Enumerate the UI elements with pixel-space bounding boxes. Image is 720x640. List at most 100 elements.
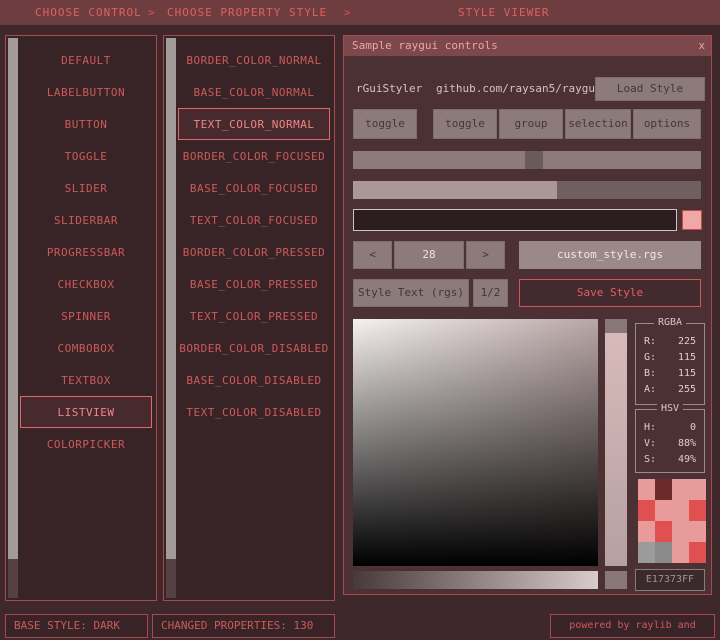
hsv-groupbox: HSV H:0 V:88% S:49% (635, 409, 705, 473)
alpha-slider-box[interactable] (605, 571, 627, 589)
toggle-group-selection[interactable]: selection (565, 109, 631, 139)
property-list-item[interactable]: BORDER_COLOR_NORMAL (178, 44, 330, 76)
color-swatch[interactable] (672, 479, 689, 500)
property-list-item[interactable]: BORDER_COLOR_PRESSED (178, 236, 330, 268)
control-list-item[interactable]: LABELBUTTON (20, 76, 152, 108)
control-list-item[interactable]: CHECKBOX (20, 268, 152, 300)
control-list-item-selected[interactable]: LISTVIEW (20, 396, 152, 428)
toggle-group-toggle[interactable]: toggle (433, 109, 497, 139)
hsv-group-title: HSV (657, 403, 683, 414)
control-list-item[interactable]: TOGGLE (20, 140, 152, 172)
brand-label: rGuiStyler (356, 77, 422, 101)
property-list-item[interactable]: BORDER_COLOR_FOCUSED (178, 140, 330, 172)
chevron-right-icon: > (148, 0, 155, 25)
hsv-s-value: 49% (678, 452, 696, 468)
toggle-button[interactable]: toggle (353, 109, 417, 139)
hex-color-field[interactable]: E17373FF (635, 569, 705, 591)
color-swatch[interactable] (638, 479, 655, 500)
property-list-item[interactable]: TEXT_COLOR_DISABLED (178, 396, 330, 428)
color-swatch[interactable] (672, 500, 689, 521)
property-list-item[interactable]: TEXT_COLOR_PRESSED (178, 300, 330, 332)
rguistyler-app: CHOOSE CONTROL > CHOOSE PROPERTY STYLE >… (0, 0, 720, 640)
color-swatch[interactable] (655, 479, 672, 500)
spinner-increment-button[interactable]: > (466, 241, 505, 269)
alpha-slider[interactable] (353, 571, 598, 589)
hsv-h-value: 0 (690, 420, 696, 436)
properties-list-panel: BORDER_COLOR_NORMAL BASE_COLOR_NORMAL TE… (163, 35, 335, 601)
toggle-group-group[interactable]: group (499, 109, 563, 139)
color-preview-box[interactable] (682, 210, 702, 230)
control-list-item[interactable]: PROGRESSBAR (20, 236, 152, 268)
color-swatch[interactable] (655, 521, 672, 542)
control-list-item[interactable]: COMBOBOX (20, 332, 152, 364)
hue-bar[interactable] (605, 319, 627, 566)
color-swatch[interactable] (672, 521, 689, 542)
property-list-item[interactable]: TEXT_COLOR_FOCUSED (178, 204, 330, 236)
properties-scrollbar[interactable] (166, 38, 176, 598)
hsv-s-label: S: (644, 452, 656, 468)
properties-scrollbar-thumb[interactable] (166, 38, 176, 559)
property-list-item-selected[interactable]: TEXT_COLOR_NORMAL (178, 108, 330, 140)
hsv-v-value: 88% (678, 436, 696, 452)
property-list-item[interactable]: BORDER_COLOR_DISABLED (178, 332, 330, 364)
rgba-row-b: B:115 (636, 366, 704, 382)
color-swatch[interactable] (638, 521, 655, 542)
spinner-value[interactable]: 28 (394, 241, 464, 269)
color-swatch[interactable] (689, 542, 706, 563)
color-swatch[interactable] (655, 542, 672, 563)
rgba-groupbox: RGBA R:225 G:115 B:115 A:255 (635, 323, 705, 405)
color-swatch[interactable] (672, 542, 689, 563)
property-list-item[interactable]: BASE_COLOR_NORMAL (178, 76, 330, 108)
controls-list-panel: DEFAULT LABELBUTTON BUTTON TOGGLE SLIDER… (5, 35, 157, 601)
page-toggle-button[interactable]: 1/2 (473, 279, 508, 307)
repo-link[interactable]: github.com/raysan5/raygui (436, 77, 602, 101)
rgba-b-label: B: (644, 366, 656, 382)
property-list-item[interactable]: BASE_COLOR_FOCUSED (178, 172, 330, 204)
control-list-item[interactable]: DEFAULT (20, 44, 152, 76)
color-picker-panel[interactable] (353, 319, 598, 566)
rgba-a-label: A: (644, 382, 656, 398)
status-base-style: BASE STYLE: DARK (5, 614, 148, 638)
control-list-item[interactable]: SLIDER (20, 172, 152, 204)
color-swatch[interactable] (689, 521, 706, 542)
style-text-button[interactable]: Style Text (rgs) (353, 279, 469, 307)
progress-bar[interactable] (353, 181, 701, 199)
slider[interactable] (353, 151, 701, 169)
progress-bar-fill (353, 181, 557, 199)
rgba-g-value: 115 (678, 350, 696, 366)
header-bar: CHOOSE CONTROL > CHOOSE PROPERTY STYLE >… (0, 0, 720, 25)
properties-list: BORDER_COLOR_NORMAL BASE_COLOR_NORMAL TE… (178, 44, 330, 428)
property-list-item[interactable]: BASE_COLOR_DISABLED (178, 364, 330, 396)
hsv-row-h: H: 0 (636, 420, 704, 436)
swatch-grid (638, 479, 706, 563)
spinner-decrement-button[interactable]: < (353, 241, 392, 269)
color-swatch[interactable] (638, 500, 655, 521)
step-style-viewer: STYLE VIEWER (458, 0, 549, 25)
control-list-item[interactable]: TEXTBOX (20, 364, 152, 396)
rgba-row-r: R:225 (636, 334, 704, 350)
load-style-button[interactable]: Load Style (595, 77, 705, 101)
control-list-item[interactable]: BUTTON (20, 108, 152, 140)
controls-scrollbar[interactable] (8, 38, 18, 598)
controls-list: DEFAULT LABELBUTTON BUTTON TOGGLE SLIDER… (20, 44, 152, 460)
save-style-button[interactable]: Save Style (519, 279, 701, 307)
step-choose-control: CHOOSE CONTROL (35, 0, 142, 25)
window-titlebar[interactable]: Sample raygui controls x (344, 36, 711, 56)
control-list-item[interactable]: COLORPICKER (20, 428, 152, 460)
filename-field[interactable]: custom_style.rgs (519, 241, 701, 269)
sample-controls-window: Sample raygui controls x rGuiStyler gith… (343, 35, 712, 595)
options-combobox[interactable]: options (633, 109, 701, 139)
color-swatch[interactable] (638, 542, 655, 563)
property-list-item[interactable]: BASE_COLOR_PRESSED (178, 268, 330, 300)
color-swatch[interactable] (655, 500, 672, 521)
color-swatch[interactable] (689, 479, 706, 500)
controls-scrollbar-thumb[interactable] (8, 38, 18, 559)
control-list-item[interactable]: SLIDERBAR (20, 204, 152, 236)
close-icon[interactable]: x (698, 36, 705, 56)
slider-handle[interactable] (525, 151, 543, 169)
control-list-item[interactable]: SPINNER (20, 300, 152, 332)
hsv-h-label: H: (644, 420, 656, 436)
hue-bar-handle[interactable] (605, 319, 627, 333)
color-swatch[interactable] (689, 500, 706, 521)
text-input[interactable] (353, 209, 677, 231)
